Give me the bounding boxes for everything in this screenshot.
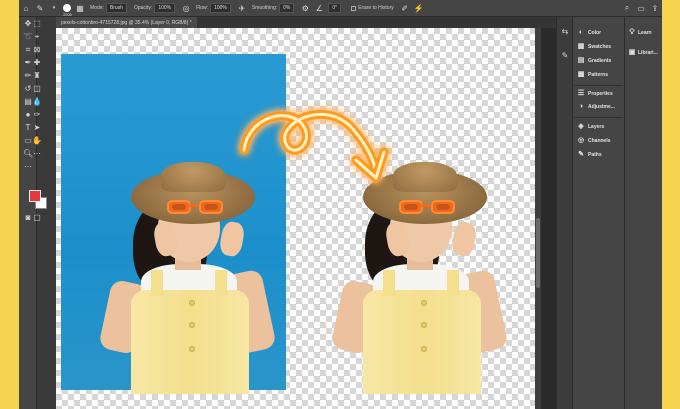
spot-healing-tool-icon[interactable]: ✚ [32, 58, 42, 67]
panel-swatches[interactable]: ▦ Swatches [577, 42, 611, 52]
pressure-size-icon[interactable]: ✐ [400, 3, 410, 13]
panel-dock-right: 💡︎ Learn ▣ Librari... [624, 17, 662, 409]
panel-layers[interactable]: ◈ Layers [577, 122, 604, 132]
options-bar-right: ⌕ ▭ ⇪ [620, 3, 662, 13]
foreground-color-swatch[interactable] [29, 190, 41, 202]
panel-divider [575, 85, 623, 86]
photoshop-window: ⌂ ✎ ▾ 2000 ▦ Mode: Brush Opacity: 100% ◎… [19, 0, 662, 409]
smoothing-label: Smoothing: [251, 5, 278, 11]
flow-field[interactable]: 100% [210, 3, 231, 13]
gear-icon[interactable]: ⚙ [300, 3, 310, 13]
frame-tool-icon[interactable]: ⊠ [32, 45, 42, 54]
panel-color[interactable]: ◐ Color [577, 28, 601, 38]
panel-label: Swatches [588, 44, 612, 50]
history-panel-icon[interactable]: ⇆ [560, 27, 570, 36]
more-tools-icon[interactable]: ⋯ [32, 149, 42, 158]
workspace-icon[interactable]: ▭ [636, 3, 646, 13]
hand-tool-icon[interactable]: ✋ [32, 136, 42, 145]
share-icon[interactable]: ⇪ [650, 3, 660, 13]
eraser-tool-icon-active[interactable]: ◫ [32, 84, 42, 93]
search-icon[interactable]: ⌕ [622, 3, 632, 13]
document-tab-bar: pexels-cottonbro-4715728.jpg @ 35.4% (La… [56, 17, 556, 28]
panel-label: Gradients [588, 58, 612, 64]
quick-selection-tool-icon[interactable]: ⌖ [32, 32, 42, 41]
gradients-icon: ▤ [577, 57, 585, 64]
document-tab[interactable]: pexels-cottonbro-4715728.jpg @ 35.4% (La… [56, 17, 197, 28]
libraries-icon: ▣ [628, 49, 636, 56]
options-bar: ⌂ ✎ ▾ 2000 ▦ Mode: Brush Opacity: 100% ◎… [19, 0, 662, 17]
channels-icon: ◎ [577, 137, 585, 144]
panel-dock-middle: ◐ Color ▦ Swatches ▤ Gradients ▩ Patterns ☰ P… [572, 17, 624, 409]
collapsed-panel-strip: ⇆ ✎ [556, 17, 572, 409]
learn-icon: 💡︎ [629, 29, 635, 36]
panel-adjustments[interactable]: ◑ Adjustme... [577, 102, 615, 112]
layers-icon: ◈ [578, 123, 584, 130]
chevron-down-icon[interactable]: ▾ [49, 3, 59, 13]
tools-panel: ✥ ⬚ ➰ ⌖ ⌗ ⊠ ✒ ✚ ✏ ♜ ↺ ◫ ▤ 💧 ● ✑ T ➤ ▭ ✋ … [19, 17, 47, 409]
panel-label: Layers [588, 124, 605, 130]
angle-icon: ∠ [315, 3, 323, 13]
panel-channels[interactable]: ◎ Channels [577, 136, 611, 146]
smoothing-field[interactable]: 0% [279, 3, 295, 13]
canvas-vertical-scrollbar[interactable] [535, 28, 541, 409]
pressure-opacity-icon[interactable]: ◎ [181, 3, 191, 13]
opacity-field[interactable]: 100% [154, 3, 176, 13]
blur-tool-icon[interactable]: 💧 [32, 97, 42, 106]
panel-label: Color [588, 30, 602, 36]
eraser-tool-icon[interactable]: ✎ [35, 3, 45, 13]
home-icon[interactable]: ⌂ [21, 3, 31, 13]
screen-mode-icon[interactable]: ▢ [32, 213, 42, 222]
glowing-arrow-icon [239, 110, 389, 183]
panel-label: Channels [588, 138, 611, 144]
panel-label: Librari... [638, 50, 658, 56]
panel-label: Adjustme... [588, 104, 615, 110]
panel-label: Patterns [588, 72, 609, 78]
angle-field[interactable]: 0° [328, 3, 342, 13]
erase-history-checkbox[interactable] [351, 5, 357, 11]
symmetry-icon[interactable]: ⚡ [414, 3, 424, 13]
flow-label: Flow: [196, 5, 209, 11]
path-selection-tool-icon[interactable]: ➤ [32, 123, 42, 132]
panel-divider [575, 117, 623, 118]
panel-label: Paths [588, 152, 602, 158]
adjustments-icon: ◑ [578, 103, 584, 110]
scrollbar-thumb[interactable] [536, 218, 540, 288]
paths-icon: ✎ [578, 151, 584, 158]
clone-stamp-tool-icon[interactable]: ♜ [32, 71, 42, 80]
panel-label: Properties [588, 91, 613, 97]
properties-icon: ☰ [577, 90, 585, 97]
panel-label: Learn [638, 30, 652, 36]
panel-paths[interactable]: ✎ Paths [577, 150, 602, 160]
patterns-icon: ▩ [577, 71, 585, 78]
brush-settings-icon[interactable]: ▦ [75, 3, 85, 13]
panel-patterns[interactable]: ▩ Patterns [577, 70, 608, 80]
erase-history-label: Erase to History [358, 5, 394, 11]
swatches-icon: ▦ [577, 43, 585, 50]
panel-learn[interactable]: 💡︎ Learn [628, 28, 652, 38]
pen-tool-icon[interactable]: ✑ [32, 110, 42, 119]
artboard-tool-icon[interactable]: ⬚ [32, 19, 42, 28]
opacity-label: Opacity: [133, 5, 153, 11]
brush-panel-icon[interactable]: ✎ [560, 51, 570, 60]
mode-select[interactable]: Brush [105, 3, 127, 13]
panel-properties[interactable]: ☰ Properties [577, 89, 613, 99]
panel-libraries[interactable]: ▣ Librari... [628, 48, 658, 58]
panel-gradients[interactable]: ▤ Gradients [577, 56, 612, 66]
airbrush-icon[interactable]: ✈ [237, 3, 247, 13]
brush-preset-picker[interactable]: 2000 [63, 4, 72, 17]
edit-toolbar-icon[interactable]: ⋯ [23, 162, 33, 171]
mode-label: Mode: [90, 5, 104, 11]
color-icon: ◐ [578, 29, 584, 36]
